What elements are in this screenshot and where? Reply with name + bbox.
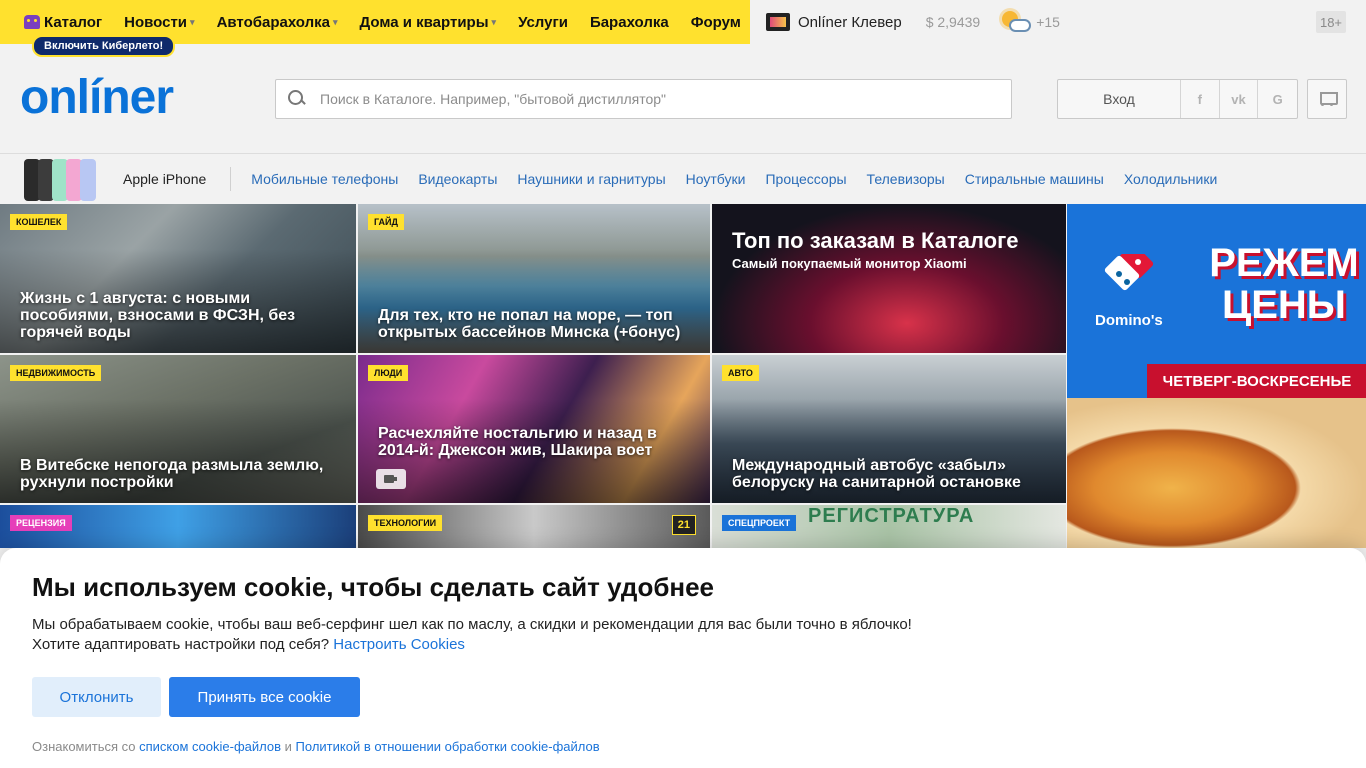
nav-item-label: Услуги [518, 13, 568, 31]
news-tag[interactable]: Кошелек [10, 214, 68, 230]
catalog-link[interactable]: Холодильники [1124, 171, 1217, 187]
pizza-image [1067, 398, 1366, 548]
news-tile[interactable]: Кошелек Жизнь с 1 августа: с новыми посо… [0, 204, 356, 353]
chevron-down-icon: ▾ [190, 16, 195, 27]
cookie-footer: Ознакомиться со списком cookie-файлов и … [32, 739, 600, 754]
news-tag[interactable]: Спецпроект [722, 515, 797, 531]
comments-count[interactable]: 21 [671, 515, 696, 535]
chevron-down-icon: ▾ [332, 16, 338, 27]
nav-item-label: Барахолка [589, 13, 669, 31]
login-button[interactable]: Вход [1058, 80, 1181, 118]
cart-button[interactable] [1307, 79, 1347, 119]
nav-item-label: Форум [690, 13, 741, 31]
cookie-title: Мы используем cookie, чтобы сделать сайт… [32, 572, 715, 602]
nav-item-label: Дома и квартиры [359, 13, 489, 31]
search-box[interactable] [275, 79, 1012, 119]
catalog-link[interactable]: Стиральные машины [965, 171, 1104, 187]
news-tile[interactable]: Технологии 21 [358, 505, 710, 548]
news-tag[interactable]: Технологии [368, 515, 443, 531]
cookie-text: Мы обрабатываем cookie, чтобы ваш веб-се… [32, 616, 912, 653]
cyberleto-button[interactable]: Включить Киберлето! [32, 35, 176, 57]
onliner-logo[interactable]: onlíner [20, 70, 174, 125]
nav-item-label: Каталог [44, 13, 103, 31]
klever-link[interactable]: Onlíner Клевер [798, 14, 902, 31]
news-tag[interactable]: Недвижимость [10, 365, 102, 381]
cookie-banner: Мы используем cookie, чтобы сделать сайт… [0, 548, 1366, 768]
news-tag[interactable]: Рецензия [10, 515, 72, 531]
ad-ribbon: ЧЕТВЕРГ-ВОСКРЕСЕНЬЕ [1147, 364, 1366, 398]
header: onlíner Вход f vk G [0, 44, 1366, 154]
accept-all-button[interactable]: Принять все cookie [169, 677, 360, 717]
nav-item-services[interactable]: Услуги [518, 14, 568, 31]
nav-item-catalog[interactable]: Каталог [24, 14, 102, 31]
facebook-icon[interactable]: f [1181, 80, 1220, 118]
chevron-down-icon: ▾ [491, 16, 497, 27]
nav-item-news[interactable]: Новости ▾ [124, 14, 194, 31]
news-tag[interactable]: Авто [722, 365, 759, 381]
nav-item-baraholka[interactable]: Барахолка [590, 14, 669, 31]
catalog-link[interactable]: Ноутбуки [686, 171, 746, 187]
news-tile[interactable]: Недвижимость В Витебске непогода размыла… [0, 355, 356, 503]
news-title[interactable]: Расчехляйте ностальгию и назад в 2014-й:… [378, 425, 692, 459]
cookie-buttons: Отклонить Принять все cookie [32, 677, 1334, 717]
news-title[interactable]: В Витебске непогода размыла землю, рухну… [20, 457, 338, 491]
news-title[interactable]: Международный автобус «забыл» белоруску … [732, 457, 1048, 491]
decline-button[interactable]: Отклонить [32, 677, 161, 717]
currency-rate[interactable]: $ 2,9439 [926, 14, 981, 30]
ad-brand: Domino's [1095, 312, 1163, 329]
weather-cloud-sun-icon[interactable] [1000, 9, 1032, 35]
vk-icon[interactable]: vk [1220, 80, 1259, 118]
promo-tile[interactable]: Топ по заказам в Каталоге Самый покупаем… [712, 204, 1066, 353]
cyberleto-icon [24, 15, 40, 29]
catalog-link[interactable]: Телевизоры [867, 171, 945, 187]
top-bar: Каталог Новости ▾ Автобарахолка ▾ Дома и… [0, 0, 1366, 57]
catalog-strip: Apple iPhone Мобильные телефоны Видеокар… [0, 154, 1366, 204]
catalog-link[interactable]: Наушники и гарнитуры [517, 171, 665, 187]
news-title[interactable]: Для тех, кто не попал на море, — топ отк… [378, 307, 692, 341]
catalog-link[interactable]: Мобильные телефоны [251, 171, 398, 187]
top-right-widgets: Onlíner Клевер $ 2,9439 +15 [766, 0, 1060, 44]
promo-subtitle[interactable]: Самый покупаемый монитор Xiaomi [732, 256, 967, 271]
news-tile[interactable]: Спецпроект РЕГИСТРАТУРА [712, 505, 1066, 548]
search-input[interactable] [320, 81, 1011, 117]
nav-item-realty[interactable]: Дома и квартиры ▾ [360, 14, 497, 31]
news-tag[interactable]: Гайд [368, 214, 404, 230]
news-tile[interactable]: Люди Расчехляйте ностальгию и назад в 20… [358, 355, 710, 503]
iphone-thumbnail[interactable] [24, 157, 108, 201]
ad-headline: РЕЖЕМ ЦЕНЫ [1209, 241, 1359, 327]
cookie-policy-link[interactable]: Политикой в отношении обработки cookie-ф… [296, 739, 600, 754]
search-icon [288, 90, 306, 108]
nav-item-forum[interactable]: Форум [691, 14, 741, 31]
nav-item-label: Автобарахолка [216, 13, 330, 31]
promo-title[interactable]: Топ по заказам в Каталоге [732, 228, 1019, 254]
featured-catalog-link[interactable]: Apple iPhone [123, 171, 206, 187]
klever-icon [766, 13, 790, 31]
news-tile[interactable]: Рецензия [0, 505, 356, 548]
cookie-settings-link[interactable]: Настроить Cookies [333, 636, 465, 653]
age-rating-badge: 18+ [1316, 11, 1346, 33]
nav-item-auto[interactable]: Автобарахолка ▾ [217, 14, 338, 31]
news-tag[interactable]: Люди [368, 365, 409, 381]
registry-sign: РЕГИСТРАТУРА [808, 505, 975, 527]
catalog-link[interactable]: Процессоры [765, 171, 846, 187]
cart-icon [1318, 92, 1338, 106]
video-icon [376, 469, 406, 489]
google-icon[interactable]: G [1258, 80, 1297, 118]
cookie-list-link[interactable]: списком cookie-файлов [139, 739, 281, 754]
login-group: Вход f vk G [1057, 79, 1298, 119]
news-tile[interactable]: Гайд Для тех, кто не попал на море, — то… [358, 204, 710, 353]
dominos-logo-icon [1104, 254, 1154, 291]
catalog-link[interactable]: Видеокарты [418, 171, 497, 187]
temperature[interactable]: +15 [1036, 14, 1060, 30]
news-title[interactable]: Жизнь с 1 августа: с новыми пособиями, в… [20, 290, 338, 341]
nav-item-label: Новости [124, 13, 188, 31]
news-tile[interactable]: Авто Международный автобус «забыл» белор… [712, 355, 1066, 503]
divider [230, 167, 232, 191]
dominos-ad-banner[interactable]: Domino's РЕЖЕМ ЦЕНЫ ЧЕТВЕРГ-ВОСКРЕСЕНЬЕ [1067, 204, 1366, 548]
